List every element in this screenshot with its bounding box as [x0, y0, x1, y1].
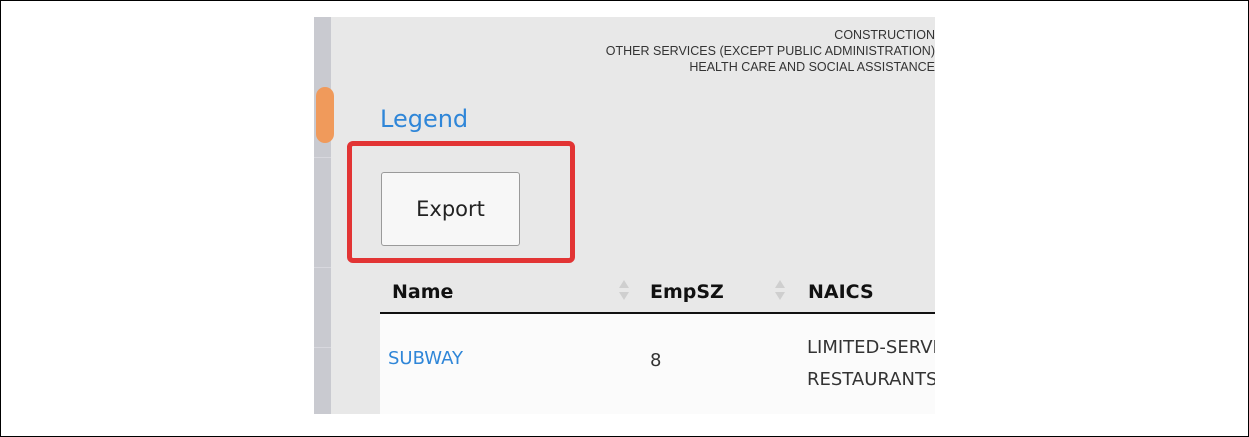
chart-label: HEALTH CARE AND SOCIAL ASSISTANCE — [689, 60, 935, 74]
sidebar-divider — [314, 157, 331, 158]
sort-icon[interactable] — [619, 280, 629, 302]
table-header: Name EmpSZ NAICS — [380, 271, 935, 314]
sidebar-divider — [314, 347, 331, 348]
naics-cell: LIMITED-SERVICE RESTAURANTS — [807, 332, 935, 396]
chart-label: OTHER SERVICES (EXCEPT PUBLIC ADMINISTRA… — [605, 44, 935, 58]
legend-link[interactable]: Legend — [380, 105, 468, 133]
naics-line: LIMITED-SERVICE — [807, 337, 935, 358]
business-name-link[interactable]: SUBWAY — [388, 348, 463, 369]
chart-category-labels: CONSTRUCTION OTHER SERVICES (EXCEPT PUBL… — [335, 27, 935, 75]
column-header-naics[interactable]: NAICS — [808, 281, 874, 303]
app-viewport: CONSTRUCTION OTHER SERVICES (EXCEPT PUBL… — [314, 17, 935, 414]
export-button[interactable]: Export — [381, 172, 520, 246]
sidebar-divider — [314, 267, 331, 268]
column-header-name[interactable]: Name — [392, 281, 453, 303]
results-table: Name EmpSZ NAICS SUBWAY 8 LIMITED-SERVIC… — [380, 271, 935, 414]
sort-icon[interactable] — [775, 280, 785, 302]
chart-label: CONSTRUCTION — [834, 28, 935, 42]
column-header-empsz[interactable]: EmpSZ — [650, 281, 724, 303]
chart-segment-orange — [316, 87, 334, 143]
employee-size-cell: 8 — [650, 350, 662, 371]
naics-line: RESTAURANTS — [807, 369, 935, 390]
left-sidebar-strip — [314, 17, 331, 414]
table-row: SUBWAY 8 LIMITED-SERVICE RESTAURANTS — [380, 314, 935, 414]
